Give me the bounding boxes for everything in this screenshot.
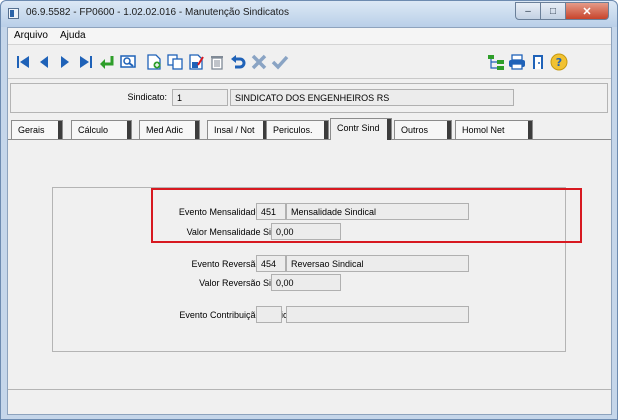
undo-icon[interactable]	[229, 53, 247, 71]
previous-record-icon[interactable]	[35, 53, 53, 71]
valor-mensalidade-field[interactable]: 0,00	[271, 223, 341, 240]
cancel-icon[interactable]	[250, 53, 268, 71]
menu-bar: Arquivo Ajuda	[8, 28, 611, 45]
tab-outros[interactable]: Outros	[394, 120, 452, 139]
sindicato-code-field[interactable]: 1	[172, 89, 228, 106]
app-window: 06.9.5582 - FP0600 - 1.02.02.016 - Manut…	[0, 0, 618, 420]
title-bar: 06.9.5582 - FP0600 - 1.02.02.016 - Manut…	[1, 1, 617, 27]
help-icon[interactable]: ?	[550, 53, 568, 71]
status-bar	[8, 389, 611, 411]
sindicato-name-field: SINDICATO DOS ENGENHEIROS RS	[230, 89, 514, 106]
valor-mensalidade-label: Valor Mensalidade Sindical:	[186, 227, 297, 237]
svg-text:?: ?	[556, 56, 562, 69]
minimize-button[interactable]: –	[515, 2, 541, 20]
copy-icon[interactable]	[166, 53, 184, 71]
confirm-icon[interactable]	[271, 53, 289, 71]
evento-contribuicao-code-field[interactable]	[256, 306, 282, 323]
maximize-button[interactable]: □	[541, 2, 566, 20]
exit-icon[interactable]	[529, 53, 547, 71]
tab-strip: Gerais Cálculo Med Adic Insal / Not Peri…	[8, 118, 611, 140]
window-title: 06.9.5582 - FP0600 - 1.02.02.016 - Manut…	[26, 7, 289, 18]
tab-content: Evento Mensalidade Sindical: 451 Mensali…	[8, 139, 611, 386]
evento-reversao-desc-field: Reversao Sindical	[286, 255, 469, 272]
first-record-icon[interactable]	[14, 53, 32, 71]
valor-reversao-label: Valor Reversão Sindical:	[199, 278, 297, 288]
evento-reversao-code-field[interactable]: 454	[256, 255, 286, 272]
evento-mensalidade-code-field[interactable]: 451	[256, 203, 286, 220]
tab-insal-not[interactable]: Insal / Not	[207, 120, 268, 139]
toolbar: ?	[8, 46, 611, 79]
window-controls: – □ ✕	[515, 2, 609, 20]
menu-ajuda[interactable]: Ajuda	[60, 30, 86, 41]
sindicato-label: Sindicato:	[127, 92, 167, 102]
next-record-icon[interactable]	[56, 53, 74, 71]
edit-icon[interactable]	[187, 53, 205, 71]
tab-calculo[interactable]: Cálculo	[71, 120, 132, 139]
valor-reversao-field[interactable]: 0,00	[271, 274, 341, 291]
close-button[interactable]: ✕	[566, 2, 609, 20]
last-record-icon[interactable]	[77, 53, 95, 71]
delete-icon[interactable]	[208, 53, 226, 71]
enter-icon[interactable]	[98, 53, 116, 71]
contribuicao-sindical-panel: Evento Mensalidade Sindical: 451 Mensali…	[52, 187, 582, 352]
new-document-icon[interactable]	[145, 53, 163, 71]
tab-med-adic[interactable]: Med Adic	[139, 120, 200, 139]
evento-mensalidade-desc-field: Mensalidade Sindical	[286, 203, 469, 220]
tab-homol-net[interactable]: Homol Net	[455, 120, 533, 139]
client-area: Arquivo Ajuda ? Sindicato: 1 SINDICATO D…	[7, 27, 612, 415]
search-icon[interactable]	[119, 53, 137, 71]
tab-gerais[interactable]: Gerais	[11, 120, 63, 139]
sindicato-panel: Sindicato: 1 SINDICATO DOS ENGENHEIROS R…	[10, 83, 608, 113]
menu-arquivo[interactable]: Arquivo	[14, 30, 48, 41]
app-icon	[8, 8, 19, 19]
tab-periculos[interactable]: Periculos.	[266, 120, 329, 139]
evento-contribuicao-desc-field	[286, 306, 469, 323]
tab-contr-sind[interactable]: Contr Sind	[330, 118, 392, 140]
print-icon[interactable]	[508, 53, 526, 71]
tree-icon[interactable]	[487, 53, 505, 71]
